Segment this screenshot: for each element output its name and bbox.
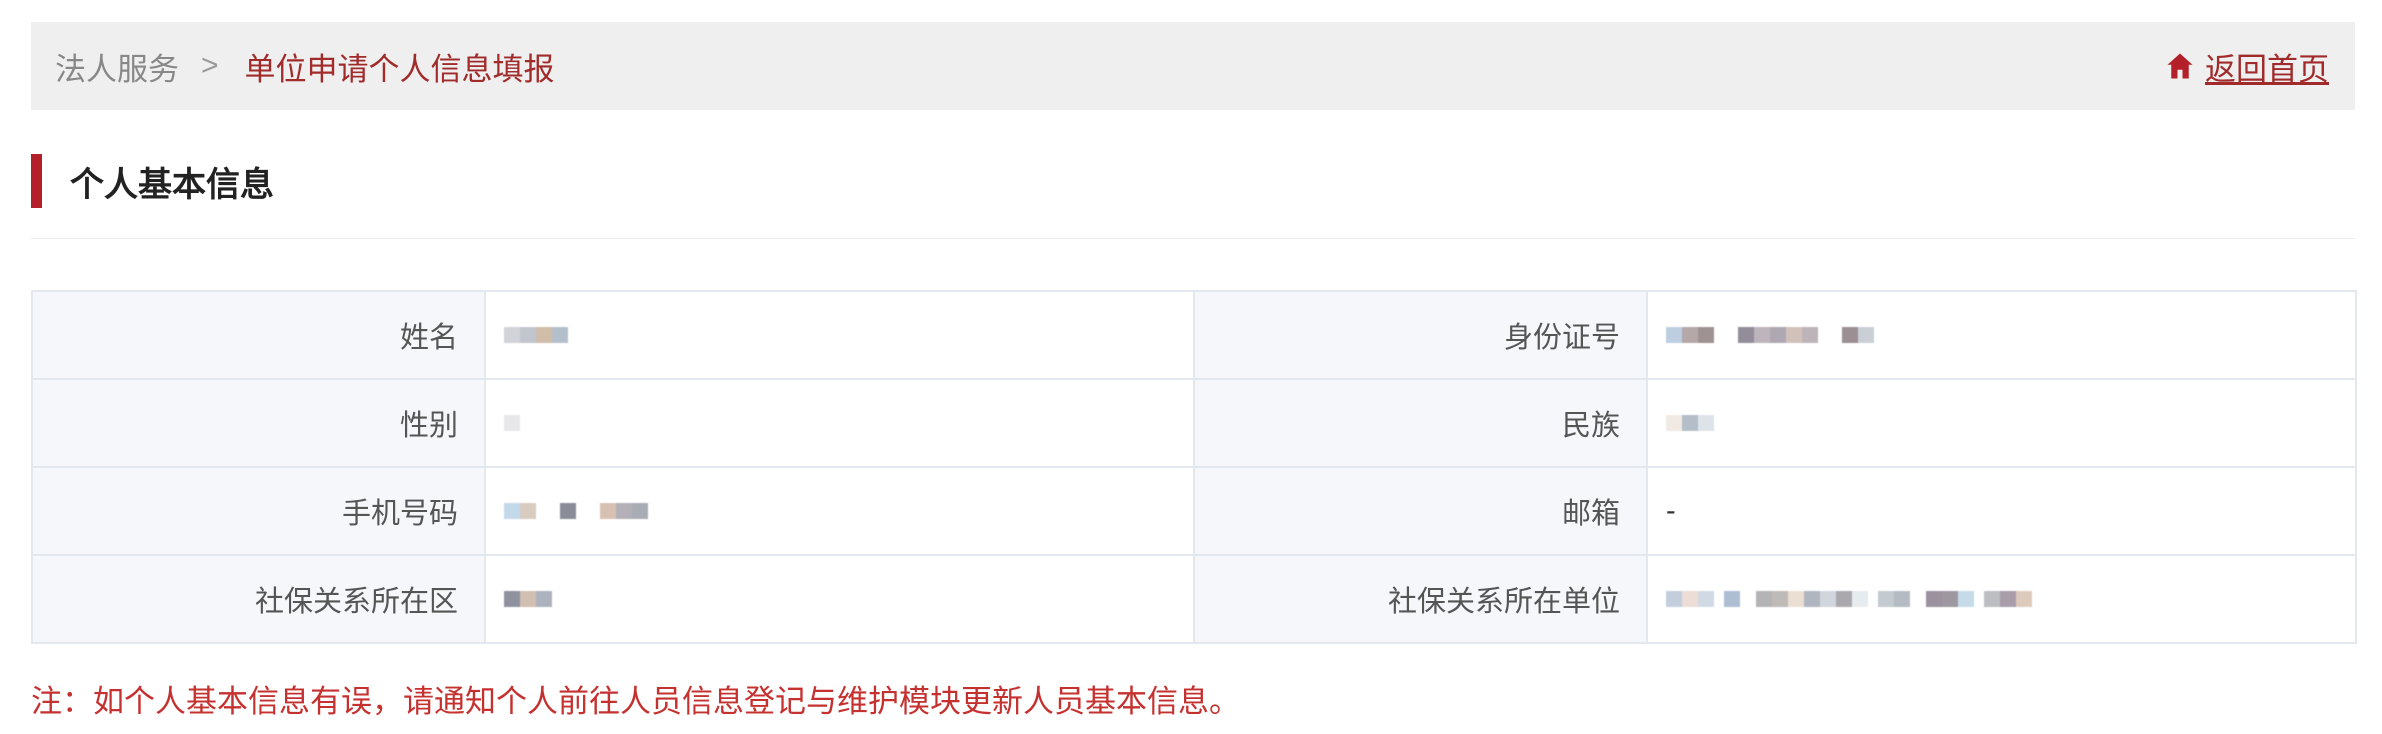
- table-row: 姓名 身份证号: [31, 290, 2357, 380]
- masked-value: [504, 590, 552, 609]
- ethnicity-value: [1646, 378, 2357, 468]
- breadcrumb-separator: >: [201, 49, 219, 82]
- home-icon: [2165, 51, 2195, 81]
- breadcrumb-current: 单位申请个人信息填报: [244, 51, 555, 87]
- gender-value: [484, 378, 1195, 468]
- home-link-label[interactable]: 返回首页: [2205, 44, 2329, 89]
- breadcrumb: 法人服务 > 单位申请个人信息填报 返回首页: [31, 22, 2355, 110]
- email-label: 邮箱: [1193, 466, 1648, 556]
- social-security-employer-label: 社保关系所在单位: [1193, 554, 1648, 644]
- home-link[interactable]: 返回首页: [2165, 22, 2329, 110]
- phone-value: [484, 466, 1195, 556]
- section-title: 个人基本信息: [70, 165, 274, 204]
- masked-value: [504, 414, 520, 433]
- social-security-district-label: 社保关系所在区: [31, 554, 486, 644]
- social-security-district-value: [484, 554, 1195, 644]
- masked-value: [504, 502, 648, 521]
- name-label: 姓名: [31, 290, 486, 380]
- section-accent-bar: [31, 154, 42, 208]
- id-number-label: 身份证号: [1193, 290, 1648, 380]
- phone-label: 手机号码: [31, 466, 486, 556]
- name-value: [484, 290, 1195, 380]
- masked-value: [1666, 414, 1714, 433]
- email-value: -: [1646, 466, 2357, 556]
- section-divider: [31, 238, 2355, 239]
- ethnicity-label: 民族: [1193, 378, 1648, 468]
- section-header: 个人基本信息: [31, 152, 274, 210]
- personal-info-table: 姓名 身份证号 性别 民族 手机号码 邮箱 - 社保关系所在区 社保关系所在单位: [31, 290, 2357, 644]
- table-row: 社保关系所在区 社保关系所在单位: [31, 554, 2357, 644]
- table-row: 性别 民族: [31, 378, 2357, 468]
- table-row: 手机号码 邮箱 -: [31, 466, 2357, 556]
- masked-value: [1666, 590, 2032, 609]
- masked-value: [1666, 326, 1874, 345]
- gender-label: 性别: [31, 378, 486, 468]
- id-number-value: [1646, 290, 2357, 380]
- masked-value: [504, 326, 568, 345]
- social-security-employer-value: [1646, 554, 2357, 644]
- correction-note: 注：如个人基本信息有误，请通知个人前往人员信息登记与维护模块更新人员基本信息。: [31, 684, 1240, 719]
- breadcrumb-parent[interactable]: 法人服务: [55, 44, 179, 89]
